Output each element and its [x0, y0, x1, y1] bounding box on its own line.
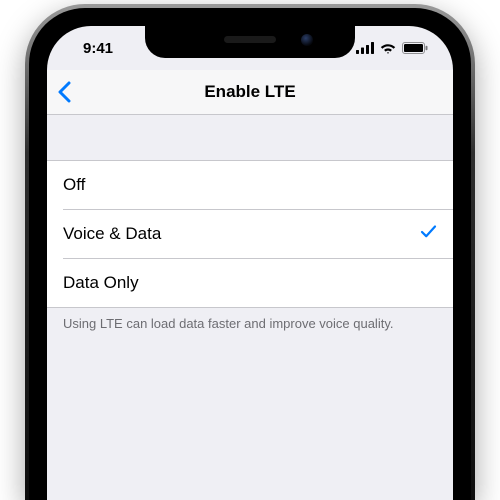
chevron-left-icon: [57, 81, 71, 103]
cellular-icon: [356, 42, 374, 54]
status-indicators: [356, 42, 428, 54]
option-off[interactable]: Off: [47, 161, 453, 209]
option-data-only[interactable]: Data Only: [63, 258, 453, 307]
screen: 9:41 Enable LTE Off Voice & Data: [47, 26, 453, 500]
option-label: Data Only: [63, 273, 139, 293]
wifi-icon: [380, 42, 396, 54]
notch: [145, 26, 355, 58]
navigation-bar: Enable LTE: [47, 70, 453, 115]
phone-frame: 9:41 Enable LTE Off Voice & Data: [25, 4, 475, 500]
footer-text: Using LTE can load data faster and impro…: [63, 316, 437, 331]
option-voice-and-data[interactable]: Voice & Data: [63, 209, 453, 258]
page-title: Enable LTE: [204, 82, 295, 102]
earpiece-speaker: [224, 36, 276, 43]
options-group: Off Voice & Data Data Only: [47, 160, 453, 308]
battery-icon: [402, 42, 428, 54]
front-camera: [301, 34, 313, 46]
checkmark-icon: [420, 223, 437, 245]
option-label: Voice & Data: [63, 224, 161, 244]
status-time: 9:41: [83, 40, 113, 57]
option-label: Off: [63, 175, 85, 195]
back-button[interactable]: [57, 81, 71, 103]
